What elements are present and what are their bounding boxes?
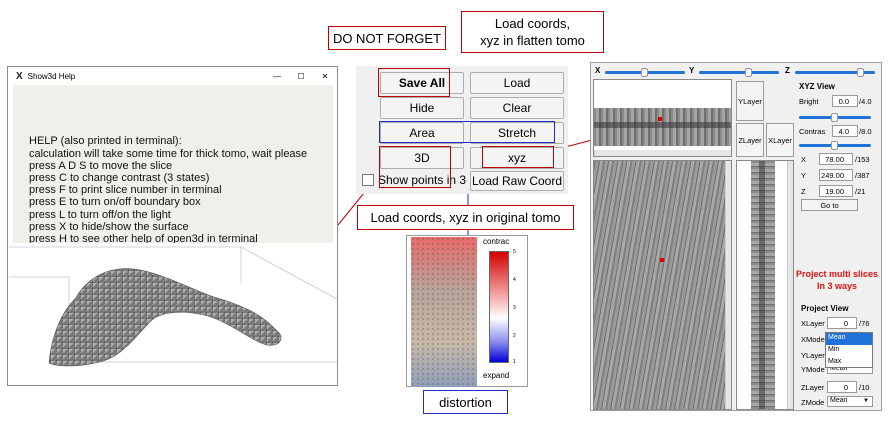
xy-slice-view[interactable] — [593, 160, 732, 410]
y-coord-max: /387 — [855, 171, 870, 180]
callout-project-multi: Project multi slices In 3 ways — [795, 269, 879, 291]
y-slider-thumb[interactable] — [745, 68, 752, 77]
z-slider-label: Z — [785, 66, 790, 75]
contrast-label: Contras — [799, 127, 826, 136]
distortion-panel: contrac 5 4 3 2 1 expand — [406, 235, 528, 387]
contrast-slider-thumb[interactable] — [831, 141, 838, 150]
distortion-heatmap — [411, 237, 477, 387]
z-coord-label: Z — [801, 187, 806, 196]
show-points-checkbox[interactable] — [362, 174, 374, 186]
x-slider-thumb[interactable] — [641, 68, 648, 77]
highlight-xyz — [482, 146, 554, 168]
xyz-view-title: XYZ View — [799, 82, 835, 91]
xz-slice-view[interactable] — [593, 79, 732, 157]
x-coord-spinbox[interactable]: 78.00 — [819, 153, 853, 165]
callout-distortion: distortion — [423, 390, 508, 414]
crosshair-marker — [658, 117, 662, 121]
xlayer-max: /76 — [859, 319, 870, 328]
x-coord-label: X — [801, 155, 807, 164]
bright-max: /4.0 — [859, 97, 872, 106]
xmode-option-min[interactable]: Min — [826, 345, 872, 357]
zlayer-max: /10 — [859, 383, 870, 392]
zlayer-spinbox[interactable]: 0 — [827, 381, 857, 393]
highlight-save-all — [378, 68, 450, 97]
bright-label: Bright — [799, 97, 819, 106]
chevron-down-icon: ▼ — [863, 398, 869, 404]
x-coord-max: /153 — [855, 155, 870, 164]
colorbar-tick: 5 — [513, 249, 516, 255]
colorbar-expand-label: expand — [483, 371, 510, 380]
zlayer-button[interactable]: ZLayer — [736, 123, 764, 157]
x-slider-label: X — [595, 66, 601, 75]
colorbar-tick: 2 — [513, 333, 516, 339]
colorbar-tick: 3 — [513, 305, 516, 311]
slice-viewer-window: X Y Z YLayer ZLayer XLayer XYZ View Brig… — [590, 62, 882, 411]
z-coord-spinbox[interactable]: 19.00 — [819, 185, 853, 197]
callout-load-coords-original: Load coords, xyz in original tomo — [357, 205, 574, 230]
goto-button[interactable]: Go to — [801, 199, 858, 211]
contrast-max: /8.0 — [859, 127, 872, 136]
ylayer-label: YLayer — [801, 351, 825, 360]
xmode-option-max[interactable]: Max — [826, 357, 872, 369]
bright-slider-thumb[interactable] — [831, 113, 838, 122]
zmode-label: ZMode — [801, 398, 825, 407]
zlayer-label: ZLayer — [801, 383, 825, 392]
xmode-dropdown-list[interactable]: Mean Min Max — [825, 332, 873, 368]
colorbar-label: contrac — [483, 237, 510, 246]
ymode-label: YMode — [801, 365, 825, 374]
zmode-select[interactable]: Mean ▼ — [827, 396, 873, 407]
load-button[interactable]: Load — [470, 72, 564, 94]
xmode-option-mean[interactable]: Mean — [826, 333, 872, 345]
xlayer-label: XLayer — [801, 319, 825, 328]
crosshair-marker — [660, 258, 664, 262]
xlayer-button[interactable]: XLayer — [766, 123, 794, 157]
colorbar-tick: 4 — [513, 277, 516, 283]
z-slider-thumb[interactable] — [857, 68, 864, 77]
y-coord-label: Y — [801, 171, 807, 180]
clear-button[interactable]: Clear — [470, 97, 564, 119]
z-coord-max: /21 — [855, 187, 866, 196]
colorbar-tick: 1 — [513, 359, 516, 365]
project-view-title: Project View — [801, 304, 849, 313]
y-slider[interactable] — [699, 71, 779, 74]
y-slider-label: Y — [689, 66, 695, 75]
xlayer-spinbox[interactable]: 0 — [827, 317, 857, 329]
highlight-3d — [379, 146, 451, 188]
xmode-label: XMode — [801, 335, 825, 344]
contrast-spinbox[interactable]: 4.0 — [832, 125, 858, 137]
hide-button[interactable]: Hide — [380, 97, 464, 119]
colorbar — [489, 251, 509, 363]
highlight-area-stretch — [379, 121, 555, 143]
y-coord-spinbox[interactable]: 249.00 — [819, 169, 853, 181]
ylayer-button[interactable]: YLayer — [736, 81, 764, 121]
load-raw-coord-button[interactable]: Load Raw Coord — [470, 171, 564, 191]
zmode-select-value: Mean — [830, 397, 848, 404]
bright-spinbox[interactable]: 0.0 — [832, 95, 858, 107]
